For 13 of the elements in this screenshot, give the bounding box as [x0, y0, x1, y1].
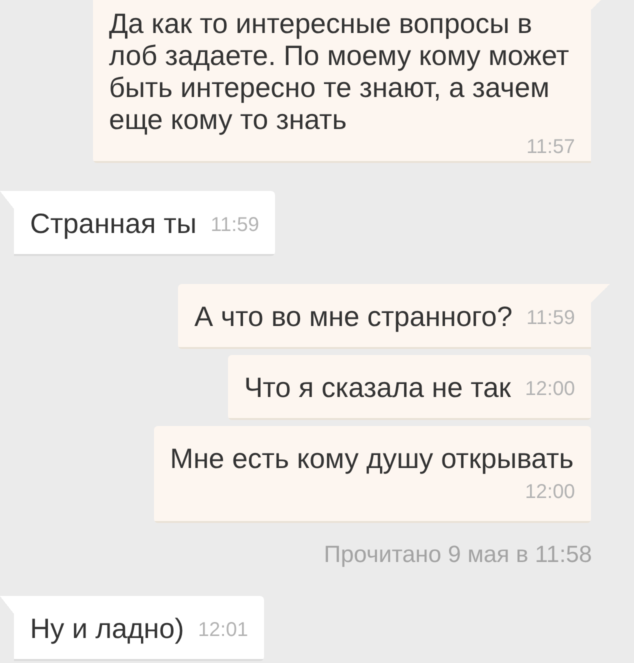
- message-time: 12:00: [524, 480, 575, 505]
- message-text: Ну и ладно): [30, 613, 184, 644]
- read-receipt: Прочитано 9 мая в 11:58: [324, 540, 592, 568]
- message-time: 11:57: [526, 137, 575, 157]
- message-time: 11:59: [526, 306, 575, 331]
- message-text: Что я сказала не так: [244, 372, 511, 403]
- message-time: 11:59: [210, 213, 260, 238]
- message-time: 12:01: [198, 618, 248, 643]
- message-text: Странная ты: [30, 208, 197, 239]
- message-time: 12:00: [524, 377, 575, 402]
- message-text: Да как то интересные вопросы в лоб задаете. По моему кому может быть интересно те знают, а зачем еще кому то знать: [109, 8, 570, 135]
- message-text: А что во мне странного?: [194, 301, 512, 332]
- message-text: Мне есть кому душу открывать: [170, 443, 574, 474]
